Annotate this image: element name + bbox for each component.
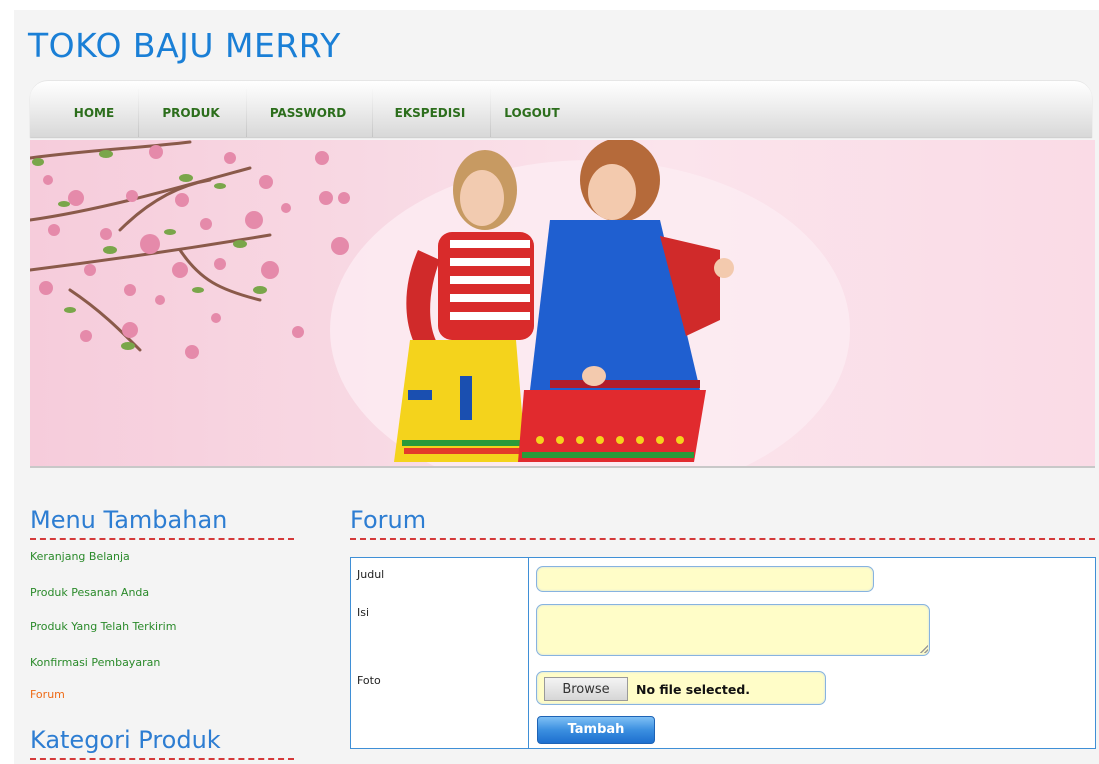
tambah-button[interactable]: Tambah (537, 716, 655, 744)
nav-logout[interactable]: LOGOUT (500, 81, 564, 137)
nav-produk[interactable]: PRODUK (148, 81, 234, 137)
nav-home[interactable]: HOME (62, 81, 126, 137)
browse-button[interactable]: Browse (544, 677, 628, 701)
isi-label: Isi (357, 606, 370, 619)
judul-label: Judul (357, 568, 385, 581)
textarea-resize-handle[interactable] (920, 645, 928, 653)
nav-password[interactable]: PASSWORD (256, 81, 360, 137)
forum-title: Forum (350, 506, 427, 534)
site-title: TOKO BAJU MERRY (28, 26, 341, 65)
girl-left (394, 150, 534, 462)
sidebar-menu-title: Menu Tambahan (30, 506, 228, 534)
title-underline (350, 538, 1095, 540)
nav-divider (138, 89, 139, 137)
sidebar-link-produk-pesanan[interactable]: Produk Pesanan Anda (30, 586, 149, 599)
nav-divider (490, 89, 491, 137)
isi-textarea[interactable] (536, 604, 930, 656)
banner-illustration (30, 140, 850, 466)
sidebar-link-keranjang-belanja[interactable]: Keranjang Belanja (30, 550, 130, 563)
judul-input[interactable] (536, 566, 874, 592)
sidebar-category-title: Kategori Produk (30, 726, 221, 754)
file-status-text: No file selected. (636, 682, 751, 697)
nav-divider (372, 89, 373, 137)
main-navbar: HOME PRODUK PASSWORD EKSPEDISI LOGOUT (30, 80, 1092, 137)
hero-banner (30, 140, 1095, 468)
title-underline (30, 538, 294, 540)
sidebar-link-konfirmasi-pembayaran[interactable]: Konfirmasi Pembayaran (30, 656, 160, 669)
foto-label: Foto (357, 674, 381, 687)
nav-divider (246, 89, 247, 137)
nav-ekspedisi[interactable]: EKSPEDISI (382, 81, 478, 137)
sidebar-link-forum[interactable]: Forum (30, 688, 65, 701)
form-column-divider (528, 557, 529, 749)
title-underline (30, 758, 294, 760)
sidebar-link-produk-terkirim[interactable]: Produk Yang Telah Terkirim (30, 620, 176, 633)
